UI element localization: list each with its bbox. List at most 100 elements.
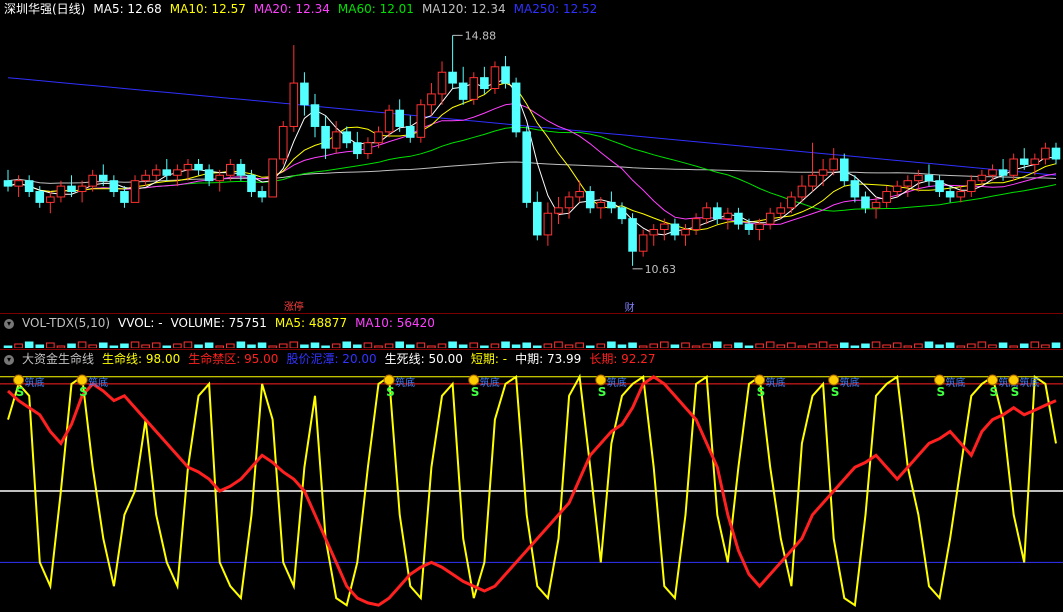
limit-up-label: 涨停 [284, 300, 304, 312]
volume-bar [490, 343, 500, 348]
volume-panel: ▾ VOL-TDX(5,10) VVOL: - VOLUME: 75751 MA5: 4… [0, 314, 1063, 348]
volume-bar [162, 345, 172, 348]
volume-bar [289, 341, 299, 348]
volume-bar [903, 345, 913, 348]
candle-body [374, 131, 383, 144]
candle-body [490, 66, 500, 90]
candle-body [575, 191, 584, 198]
price-chart: 14.88 10.63 财 涨停 [3, 29, 1061, 312]
legend-item: 生死线: 50.00 [384, 352, 463, 366]
signal-label: 筑底 [840, 376, 860, 389]
candle-body [56, 185, 66, 198]
candle-body [723, 212, 733, 220]
candle-body [914, 174, 923, 182]
volume-bar [35, 344, 45, 348]
smiley-icon [13, 374, 25, 386]
volume-bar [554, 341, 563, 348]
candle-body [607, 201, 616, 209]
low-label: 10.63 [645, 263, 677, 276]
volume-bar [956, 345, 966, 348]
signal-label: 筑底 [395, 376, 415, 389]
candle-body [469, 77, 479, 100]
volume-bar [194, 344, 203, 348]
candle-body [173, 169, 182, 176]
high-label: 14.88 [465, 29, 497, 42]
volume-bar [3, 345, 13, 348]
candle-body [850, 180, 860, 198]
candle-body [437, 71, 447, 95]
volume-bar [448, 341, 457, 348]
candle-body [670, 223, 680, 236]
volume-bar [151, 342, 161, 348]
volume-bar [1051, 342, 1061, 348]
volume-bar [236, 341, 246, 348]
candle-body [1030, 158, 1040, 165]
volume-bar [734, 342, 743, 348]
smiley-icon [383, 374, 395, 386]
volume-bar [829, 344, 838, 348]
candle-body [98, 174, 108, 182]
candle-body [967, 180, 976, 193]
volume-bar [331, 343, 341, 348]
candle-body [24, 180, 34, 193]
volume-bar [67, 343, 76, 348]
legend-item: 生命禁区: 95.00 [188, 352, 279, 366]
volume-bar [437, 343, 447, 348]
legend-item: 深圳华强(日线) [4, 2, 86, 16]
volume-bar [585, 345, 595, 348]
volume-bar [977, 341, 987, 348]
legend-item: 长期: 92.27 [589, 352, 656, 366]
volume-bar [914, 343, 923, 348]
candle-body [331, 131, 341, 149]
volume-bar [480, 345, 489, 348]
collapse-chevron-icon[interactable]: ▾ [4, 354, 14, 365]
candle-body [712, 207, 722, 220]
candle-body [617, 207, 627, 220]
volume-bar [839, 342, 849, 348]
candle-body [829, 158, 838, 171]
candle-body [691, 218, 701, 230]
candle-body [533, 201, 542, 236]
candle-body [88, 174, 97, 187]
volume-bar [120, 343, 129, 348]
volume-bar [141, 344, 150, 348]
candle-body [77, 185, 87, 193]
legend-item: MA120: 12.34 [421, 2, 506, 16]
candle-body [596, 201, 606, 209]
candle-body [681, 229, 690, 236]
candle-body [977, 174, 987, 182]
volume-bar [183, 341, 193, 348]
smiley-icon [754, 374, 766, 386]
s-marker: S [386, 385, 395, 399]
collapse-chevron-icon[interactable]: ▾ [4, 318, 14, 329]
candle-body [1019, 158, 1029, 165]
candle-body [501, 66, 510, 84]
candle-body [162, 169, 172, 176]
candle-body [998, 169, 1008, 176]
ma20-line [7, 102, 1057, 226]
volume-bar [892, 342, 902, 348]
candle-body [194, 163, 203, 171]
s-marker: S [16, 385, 25, 399]
volume-bar [405, 344, 415, 348]
volume-bar [998, 342, 1008, 348]
volume-bar [967, 343, 976, 348]
volume-bar [257, 342, 267, 348]
candle-body [755, 223, 764, 230]
volume-bar [458, 344, 468, 348]
volume-bar [787, 342, 796, 348]
volume-bar [924, 341, 934, 348]
volume-bar [310, 342, 320, 348]
indicator-legend: ▾ 大资金生命线 生命线: 98.00 生命禁区: 95.00 股价泥潭: 20.00 生… [4, 352, 664, 366]
candle-body [871, 201, 881, 209]
candle-body [300, 82, 309, 106]
candle-body [1051, 147, 1061, 160]
volume-bar [765, 341, 775, 348]
volume-bar [818, 341, 828, 348]
indicator-panel: 筑底 S 筑底 S 筑底 S 筑底 S 筑底 S 筑底 S 筑底 S 筑底 S 筑底 S 筑底 S ▾ 大资金生命线 生命… [0, 350, 1063, 612]
volume-bar [268, 345, 277, 348]
volume-bar [24, 341, 34, 348]
volume-bar [56, 345, 66, 348]
candle-body [151, 169, 161, 176]
volume-bar [395, 341, 404, 348]
